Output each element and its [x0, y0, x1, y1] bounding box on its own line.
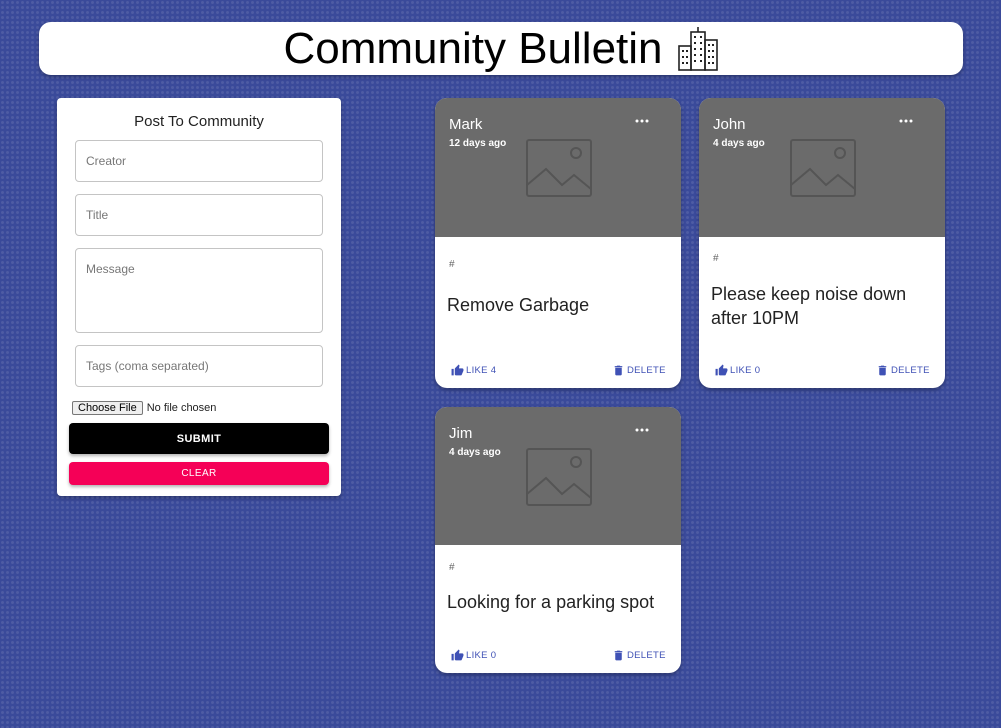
app-bar: Community Bulletin [39, 22, 963, 75]
thumb-up-icon [451, 364, 464, 376]
delete-label: DELETE [627, 365, 666, 376]
post-message: Please keep noise down after 10PM [711, 284, 907, 328]
message-textarea[interactable] [75, 248, 323, 333]
post-media: John 4 days ago [699, 98, 945, 237]
title-input[interactable] [75, 194, 323, 236]
more-horiz-icon[interactable] [633, 421, 651, 439]
more-horiz-icon[interactable] [633, 112, 651, 130]
post-time: 12 days ago [449, 138, 507, 149]
trash-icon [614, 365, 623, 376]
post-time: 4 days ago [449, 447, 501, 458]
post-card: Mark 12 days ago # Remove Garbage LIKE 4… [435, 98, 681, 388]
post-actions: LIKE 0 DELETE [699, 364, 945, 380]
post-creator: Jim [449, 425, 473, 442]
post-actions: LIKE 0 DELETE [435, 649, 681, 665]
post-media: Mark 12 days ago [435, 98, 681, 237]
choose-file-button[interactable]: Choose File [72, 401, 143, 415]
like-button[interactable]: LIKE 0 [451, 649, 496, 662]
tags-input[interactable] [75, 345, 323, 387]
image-placeholder-icon [526, 448, 592, 506]
post-creator: Mark [449, 116, 483, 133]
city-building-icon [677, 26, 718, 71]
post-message: Looking for a parking spot [447, 592, 655, 612]
file-picker: Choose File No file chosen [72, 401, 216, 415]
post-message: Remove Garbage [447, 295, 590, 315]
app-title: Community Bulletin [283, 23, 663, 73]
thumb-up-icon [451, 649, 464, 661]
form-title: Post To Community [134, 113, 264, 130]
like-label: LIKE 4 [466, 365, 497, 376]
post-time: 4 days ago [713, 138, 765, 149]
delete-label: DELETE [891, 365, 930, 376]
creator-input[interactable] [75, 140, 323, 182]
image-placeholder-icon [526, 139, 592, 197]
post-tags: # [449, 562, 455, 573]
like-button[interactable]: LIKE 0 [715, 364, 760, 377]
trash-icon [614, 650, 623, 661]
trash-icon [878, 365, 887, 376]
post-form: Post To Community Choose File No file ch… [57, 98, 341, 496]
delete-button[interactable]: DELETE [876, 364, 930, 377]
delete-button[interactable]: DELETE [612, 364, 666, 377]
post-media: Jim 4 days ago [435, 407, 681, 545]
submit-button[interactable]: SUBMIT [69, 423, 329, 454]
more-horiz-icon[interactable] [897, 112, 915, 130]
delete-label: DELETE [627, 650, 666, 661]
like-label: LIKE 0 [730, 365, 761, 376]
post-actions: LIKE 4 DELETE [435, 364, 681, 380]
post-tags: # [713, 253, 719, 264]
post-tags: # [449, 259, 455, 270]
post-card: Jim 4 days ago # Looking for a parking s… [435, 407, 681, 673]
like-label: LIKE 0 [466, 650, 497, 661]
file-status: No file chosen [146, 402, 217, 414]
post-card: John 4 days ago # Please keep noise down… [699, 98, 945, 388]
delete-button[interactable]: DELETE [612, 649, 666, 662]
image-placeholder-icon [790, 139, 856, 197]
like-button[interactable]: LIKE 4 [451, 364, 496, 377]
clear-button[interactable]: CLEAR [69, 462, 329, 485]
thumb-up-icon [715, 364, 728, 376]
post-creator: John [713, 116, 746, 133]
